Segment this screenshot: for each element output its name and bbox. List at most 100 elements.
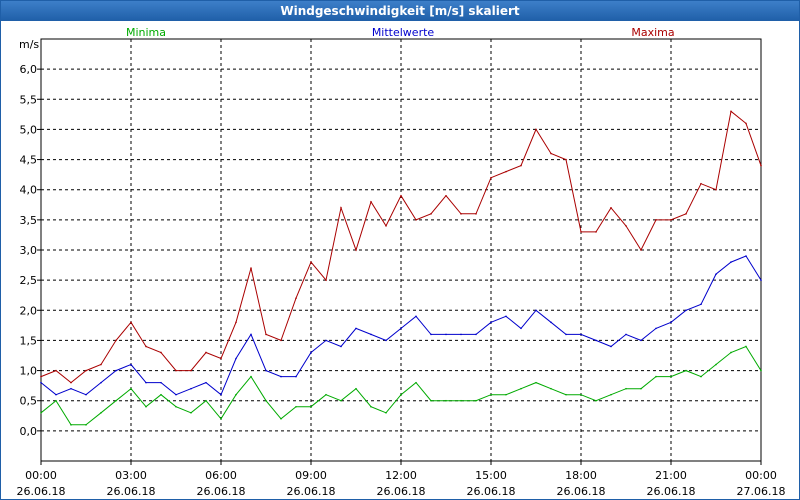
y-tick-label: 3,0: [20, 244, 38, 257]
data-point-maxima: [730, 110, 732, 113]
data-point-mittelwerte: [295, 375, 297, 378]
data-point-mittelwerte: [370, 333, 372, 336]
data-point-maxima: [505, 170, 507, 173]
data-point-mittelwerte: [40, 381, 42, 384]
data-point-maxima: [310, 261, 312, 263]
data-point-mittelwerte: [340, 345, 342, 348]
x-tick-label-time: 21:00: [655, 469, 687, 482]
data-point-mittelwerte: [310, 351, 312, 354]
data-point-mittelwerte: [745, 255, 747, 257]
x-tick-label-date: 26.06.18: [557, 485, 606, 498]
chart-window: Windgeschwindigkeit [m/s] skaliert 0,0 0,…: [0, 0, 800, 500]
data-point-minima: [205, 399, 207, 402]
data-point-mittelwerte: [430, 333, 432, 336]
data-point-maxima: [145, 345, 147, 348]
data-point-mittelwerte: [130, 363, 132, 366]
data-point-minima: [415, 381, 417, 384]
data-point-maxima: [550, 152, 552, 155]
data-point-minima: [655, 375, 657, 378]
x-tick-label-time: 00:00: [25, 469, 57, 482]
x-tick-label-date: 26.06.18: [197, 485, 246, 498]
data-point-mittelwerte: [100, 381, 102, 384]
x-tick-label-time: 18:00: [565, 469, 597, 482]
data-point-maxima: [490, 176, 492, 179]
data-point-mittelwerte: [505, 315, 507, 318]
data-point-mittelwerte: [670, 321, 672, 324]
data-point-maxima: [235, 321, 237, 324]
data-point-maxima: [280, 339, 282, 342]
data-point-minima: [40, 411, 42, 414]
data-point-minima: [550, 387, 552, 390]
x-tick-label-date: 26.06.18: [647, 485, 696, 498]
data-point-minima: [130, 387, 132, 390]
data-point-mittelwerte: [55, 393, 57, 396]
data-point-mittelwerte: [220, 393, 222, 396]
data-point-maxima: [100, 363, 102, 366]
data-point-mittelwerte: [580, 333, 582, 336]
data-point-minima: [85, 424, 87, 426]
data-point-mittelwerte: [700, 303, 702, 306]
data-point-maxima: [460, 213, 462, 215]
data-point-mittelwerte: [190, 387, 192, 390]
data-point-minima: [610, 393, 612, 396]
data-point-mittelwerte: [445, 333, 447, 336]
data-point-minima: [430, 399, 432, 402]
data-point-minima: [520, 387, 522, 390]
data-point-maxima: [355, 249, 357, 251]
data-point-mittelwerte: [280, 375, 282, 378]
data-point-mittelwerte: [235, 357, 237, 360]
data-point-mittelwerte: [175, 393, 177, 396]
data-point-minima: [310, 405, 312, 408]
data-point-maxima: [385, 225, 387, 227]
data-point-maxima: [160, 351, 162, 354]
y-tick-label: 4,0: [20, 184, 38, 197]
x-tick-label-time: 09:00: [295, 469, 327, 482]
data-point-maxima: [190, 369, 192, 372]
x-tick-label-time: 03:00: [115, 469, 147, 482]
data-point-minima: [715, 363, 717, 366]
data-point-mittelwerte: [250, 333, 252, 336]
y-tick-label: 1,5: [20, 334, 38, 347]
y-tick-label: 2,0: [20, 304, 38, 317]
data-point-maxima: [580, 231, 582, 233]
data-point-mittelwerte: [535, 309, 537, 312]
x-tick-label-time: 06:00: [205, 469, 237, 482]
data-point-mittelwerte: [145, 381, 147, 384]
data-point-maxima: [700, 182, 702, 185]
data-point-mittelwerte: [70, 387, 72, 390]
y-tick-label: 3,5: [20, 214, 38, 227]
x-tick-label-date: 26.06.18: [377, 485, 426, 498]
data-point-minima: [175, 405, 177, 408]
x-tick-label-time: 12:00: [385, 469, 417, 482]
data-point-mittelwerte: [490, 321, 492, 324]
y-tick-label: 5,0: [20, 123, 38, 136]
y-tick-label: 4,5: [20, 154, 38, 167]
legend-minima: Minima: [126, 26, 166, 39]
x-tick-label-time: 15:00: [475, 469, 507, 482]
x-tick-label-date: 26.06.18: [17, 485, 66, 498]
data-point-maxima: [70, 381, 72, 384]
data-point-minima: [490, 393, 492, 396]
x-tick-label-date: 26.06.18: [467, 485, 516, 498]
data-point-maxima: [325, 279, 327, 281]
data-point-mittelwerte: [475, 333, 477, 336]
data-point-mittelwerte: [625, 333, 627, 336]
data-point-maxima: [40, 375, 42, 378]
data-point-maxima: [415, 219, 417, 221]
y-tick-label: 5,5: [20, 93, 38, 106]
y-axis-label: m/s: [19, 38, 39, 51]
data-point-maxima: [175, 369, 177, 372]
data-point-maxima: [745, 122, 747, 125]
data-point-minima: [475, 399, 477, 402]
data-point-mittelwerte: [85, 393, 87, 396]
data-point-minima: [745, 345, 747, 348]
data-point-minima: [565, 393, 567, 396]
data-point-minima: [535, 381, 537, 384]
data-point-maxima: [715, 188, 717, 191]
data-point-maxima: [430, 213, 432, 215]
data-point-mittelwerte: [460, 333, 462, 336]
y-tick-label: 1,0: [20, 365, 38, 378]
data-point-maxima: [565, 158, 567, 161]
data-point-mittelwerte: [640, 339, 642, 342]
data-point-minima: [115, 399, 117, 402]
